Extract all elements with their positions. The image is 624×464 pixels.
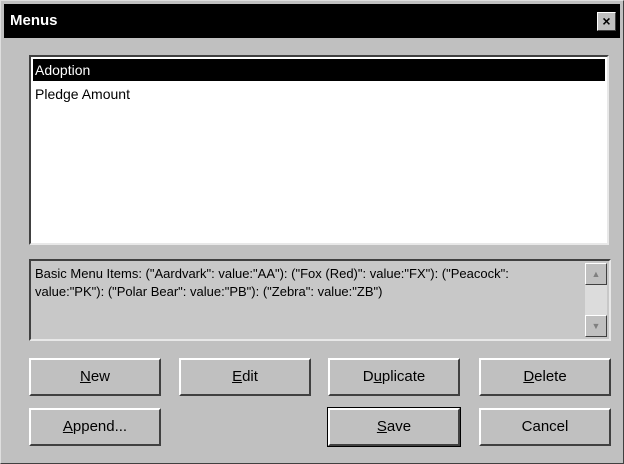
delete-button-accel: D	[523, 368, 535, 385]
append-button-label-post: ppend...	[72, 418, 128, 435]
save-button[interactable]: Save	[327, 407, 461, 447]
close-icon: ×	[602, 13, 611, 29]
cancel-button-label: Cancel	[521, 418, 569, 435]
menu-description-text: Basic Menu Items: ("Aardvark": value:"AA…	[35, 266, 509, 299]
description-scrollbar[interactable]: ▲ ▼	[585, 263, 607, 337]
save-button-accel: S	[376, 418, 387, 435]
title-bar[interactable]: Menus ×	[4, 4, 620, 38]
arrow-up-icon: ▲	[591, 269, 601, 279]
append-button[interactable]: Append...	[29, 408, 161, 446]
list-item-adoption[interactable]: Adoption	[33, 59, 605, 81]
window-title: Menus	[10, 12, 58, 29]
menus-dialog: Menus × Adoption Pledge Amount Basic Men…	[0, 0, 624, 464]
edit-button-accel: E	[232, 368, 243, 385]
new-button-label-post: ew	[90, 368, 111, 385]
scroll-down-button[interactable]: ▼	[585, 315, 607, 337]
edit-button[interactable]: Edit	[179, 358, 311, 396]
new-button[interactable]: New	[29, 358, 161, 396]
duplicate-button-label-post: plicate	[381, 368, 426, 385]
duplicate-button-accel: u	[373, 368, 382, 385]
menu-description-box: Basic Menu Items: ("Aardvark": value:"AA…	[29, 259, 611, 341]
duplicate-button[interactable]: Duplicate	[328, 358, 460, 396]
arrow-down-icon: ▼	[591, 321, 601, 331]
menu-listbox[interactable]: Adoption Pledge Amount	[29, 55, 609, 245]
close-button[interactable]: ×	[597, 12, 616, 31]
new-button-accel: N	[79, 368, 91, 385]
delete-button-label-post: elete	[534, 368, 567, 385]
delete-button[interactable]: Delete	[479, 358, 611, 396]
edit-button-label-post: dit	[242, 368, 258, 385]
scroll-up-button[interactable]: ▲	[585, 263, 607, 285]
save-button-label-post: ave	[386, 418, 412, 435]
duplicate-button-label-pre: D	[362, 368, 374, 385]
cancel-button[interactable]: Cancel	[479, 408, 611, 446]
list-item-pledge-amount[interactable]: Pledge Amount	[33, 83, 605, 105]
append-button-accel: A	[62, 418, 73, 435]
